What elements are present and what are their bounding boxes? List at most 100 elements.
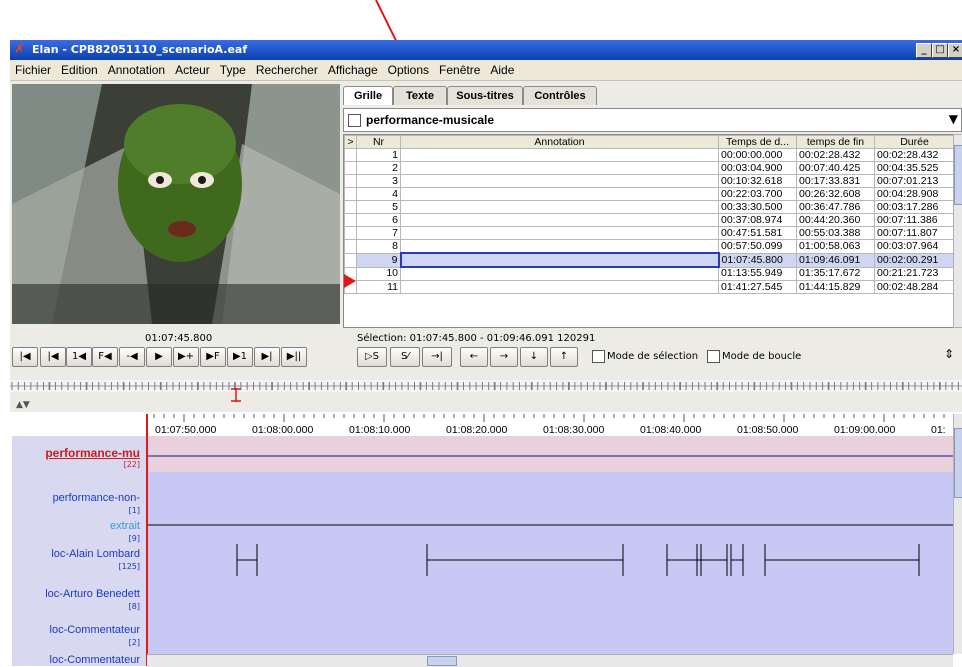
clear-selection-button[interactable]: S⁄	[390, 347, 420, 367]
menu-rechercher[interactable]: Rechercher	[251, 60, 323, 80]
timeline-overview[interactable]	[10, 380, 962, 392]
menu-aide[interactable]: Aide	[485, 60, 519, 80]
tier-label[interactable]: loc-Commentateur	[50, 654, 140, 666]
mode-boucle-checkbox[interactable]	[707, 350, 720, 363]
tab-texte[interactable]: Texte	[393, 86, 447, 105]
nav-up-button[interactable]: ↑	[550, 347, 578, 367]
timeline-horizontal-scrollbar[interactable]	[147, 654, 953, 667]
dropdown-arrow-icon[interactable]: ▼	[949, 112, 958, 126]
playhead-cursor[interactable]	[146, 414, 148, 666]
tier-labels-panel: performance-mu [22] performance-non- [1] ext…	[12, 436, 146, 666]
next-frame-button[interactable]: ▶|	[254, 347, 280, 367]
title-bar: ✗ Elan - CPB82051110_scenarioA.eaf _ □ ×	[10, 40, 962, 60]
col-header-start[interactable]: Temps de d...	[718, 135, 797, 149]
play-selection-button[interactable]: ▶+	[173, 347, 199, 367]
collapse-icon[interactable]: ▲▼	[16, 400, 30, 410]
table-row[interactable]: 11 01:41:27.545 01:44:15.829 00:02:48.284	[344, 280, 954, 294]
begin-button[interactable]: |◀	[12, 347, 38, 367]
maximize-button[interactable]: □	[932, 43, 948, 58]
prev-boundary-button[interactable]: -◀	[119, 347, 145, 367]
col-header-end[interactable]: temps de fin	[796, 135, 875, 149]
tab-controles[interactable]: Contrôles	[523, 86, 597, 105]
col-header-nr[interactable]: Nr	[356, 135, 401, 149]
rate-spinner-icon[interactable]: ⇕	[944, 347, 954, 361]
prev-second-button[interactable]: 1◀	[66, 347, 92, 367]
prev-pixel-button[interactable]: F◀	[92, 347, 118, 367]
next-second-button[interactable]: ▶1	[227, 347, 253, 367]
table-row[interactable]: 9 01:07:45.800 01:09:46.091 00:02:00.291	[344, 252, 954, 268]
tier-label[interactable]: loc-Alain Lombard	[51, 548, 140, 560]
row-end: 00:07:40.425	[796, 161, 875, 175]
mode-selection-checkbox[interactable]	[592, 350, 605, 363]
row-annotation[interactable]	[400, 239, 719, 254]
row-annotation[interactable]	[400, 213, 719, 227]
table-row[interactable]: 4 00:22:03.700 00:26:32.608 00:04:28.908	[344, 187, 954, 201]
tier-label[interactable]: loc-Arturo Benedett	[45, 588, 140, 600]
go-selection-end-button[interactable]: →|	[422, 347, 452, 367]
menu-affichage[interactable]: Affichage	[323, 60, 383, 80]
table-row[interactable]: 5 00:33:30.500 00:36:47.786 00:03:17.286	[344, 200, 954, 214]
next-pixel-button[interactable]: ▶F	[200, 347, 226, 367]
row-annotation[interactable]	[400, 280, 719, 294]
minimize-button[interactable]: _	[916, 43, 932, 58]
row-annotation[interactable]	[400, 161, 719, 175]
tier-label[interactable]: extrait	[110, 520, 140, 532]
row-duration: 00:04:35.525	[874, 161, 954, 175]
table-row[interactable]: 6 00:37:08.974 00:44:20.360 00:07:11.386	[344, 213, 954, 227]
menu-fichier[interactable]: Fichier	[10, 60, 56, 80]
col-header-annotation[interactable]: Annotation	[400, 135, 719, 149]
col-header-duration[interactable]: Durée	[874, 135, 954, 149]
row-annotation[interactable]	[399, 252, 720, 268]
row-annotation[interactable]	[400, 148, 719, 162]
play-selection-s-button[interactable]: ▷S	[357, 347, 387, 367]
prev-frame-button[interactable]: |◀	[40, 347, 66, 367]
tier-label[interactable]: loc-Commentateur	[50, 624, 140, 636]
menu-acteur[interactable]: Acteur	[170, 60, 215, 80]
nav-left-button[interactable]: ←	[460, 347, 488, 367]
mode-boucle-label: Mode de boucle	[722, 351, 802, 362]
table-row[interactable]: 1 00:00:00.000 00:02:28.432 00:02:28.432	[344, 148, 954, 162]
tab-sous-titres[interactable]: Sous-titres	[447, 86, 523, 105]
row-start: 00:37:08.974	[718, 213, 797, 227]
row-annotation[interactable]	[400, 226, 719, 240]
tier-lanes[interactable]	[147, 436, 953, 654]
table-row[interactable]: 10 01:13:55.949 01:35:17.672 00:21:21.723	[344, 266, 954, 281]
tier-checkbox[interactable]	[348, 114, 361, 127]
table-row[interactable]: 7 00:47:51.581 00:55:03.388 00:07:11.807	[344, 226, 954, 240]
video-viewer	[12, 84, 340, 324]
table-row[interactable]: 2 00:03:04.900 00:07:40.425 00:04:35.525	[344, 161, 954, 175]
row-end: 01:44:15.829	[796, 280, 875, 294]
timeline-vertical-scrollbar[interactable]	[953, 414, 962, 654]
tier-annotation-count: [2]	[128, 638, 140, 647]
ruler-tick-label: 01:	[931, 424, 946, 436]
timeline-hscroll-thumb[interactable]	[427, 656, 457, 666]
row-annotation[interactable]	[400, 174, 719, 188]
time-ruler[interactable]: 01:07:50.000 01:08:00.000 01:08:10.000 01:0…	[143, 414, 955, 437]
row-nr: 5	[356, 200, 401, 214]
tier-label[interactable]: performance-mu	[45, 446, 140, 460]
tier-selector[interactable]: performance-musicale ▼	[343, 108, 962, 132]
menu-annotation[interactable]: Annotation	[103, 60, 170, 80]
menu-fenetre[interactable]: Fenêtre	[434, 60, 485, 80]
row-annotation[interactable]	[400, 187, 719, 201]
row-annotation[interactable]	[400, 266, 719, 281]
nav-right-button[interactable]: →	[490, 347, 518, 367]
nav-down-button[interactable]: ↓	[520, 347, 548, 367]
menu-edition[interactable]: Edition	[56, 60, 103, 80]
timeline-vscroll-thumb[interactable]	[954, 428, 962, 498]
tier-label[interactable]: performance-non-	[53, 492, 140, 504]
grid-scrollbar[interactable]	[953, 134, 962, 328]
close-button[interactable]: ×	[948, 43, 962, 58]
col-header-marker[interactable]: >	[344, 135, 357, 149]
menu-options[interactable]: Options	[383, 60, 434, 80]
tab-grille[interactable]: Grille	[343, 86, 393, 105]
table-row[interactable]: 3 00:10:32.618 00:17:33.831 00:07:01.213	[344, 174, 954, 188]
play-button[interactable]: ▶	[146, 347, 172, 367]
video-frame-image	[12, 84, 340, 324]
end-button[interactable]: ▶||	[281, 347, 307, 367]
grid-scroll-thumb[interactable]	[954, 145, 962, 205]
table-row[interactable]: 8 00:57:50.099 01:00:58.063 00:03:07.964	[344, 239, 954, 254]
elan-app-icon: ✗	[14, 42, 25, 57]
menu-type[interactable]: Type	[215, 60, 251, 80]
row-annotation[interactable]	[400, 200, 719, 214]
